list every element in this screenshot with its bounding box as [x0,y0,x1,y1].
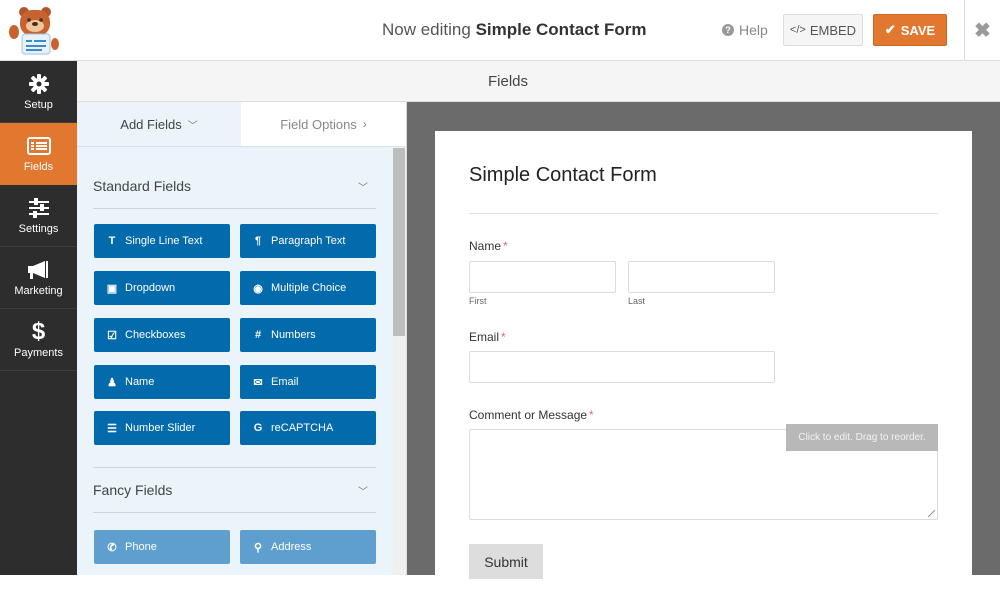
section-header: Fields [77,61,1000,102]
section-title: Fields [488,73,529,90]
resize-handle-icon[interactable] [928,510,935,517]
google-icon: G [253,422,263,434]
map-marker-icon: ⚲ [253,541,263,554]
tab-field-options[interactable]: Field Options › [241,102,406,146]
code-icon: </> [789,24,806,36]
phone-icon: ✆ [107,541,117,554]
add-field-numbers[interactable]: # Numbers [240,318,376,352]
email-field-label: Email * [469,330,506,344]
form-title: Simple Contact Form [469,164,657,186]
chevron-down-icon: ﹀ [358,486,368,498]
megaphone-icon [27,259,51,281]
question-circle-icon: ? [722,24,734,36]
edit-hint-tooltip: Click to edit. Drag to reorder. [786,424,938,451]
fields-list-icon [26,135,51,157]
close-icon: ✖ [974,20,991,42]
tab-add-fields[interactable]: Add Fields ﹀ [77,102,241,146]
submit-button[interactable]: Submit [469,544,543,579]
last-name-input[interactable] [628,261,775,293]
required-mark: * [589,408,594,422]
sidebar-item-payments[interactable]: $ Payments [0,309,77,371]
add-field-single-line-text[interactable]: T Single Line Text [94,224,230,258]
add-field-email[interactable]: ✉ Email [240,365,376,399]
sidebar-item-marketing[interactable]: Marketing [0,247,77,309]
chevron-right-icon: › [362,117,367,131]
fancy-fields-toggle[interactable]: Fancy Fields ﹀ [93,468,376,513]
add-field-paragraph-text[interactable]: ¶ Paragraph Text [240,224,376,258]
sidebar-item-setup[interactable]: Setup [0,61,77,123]
sidebar-item-fields[interactable]: Fields [0,123,77,185]
help-link[interactable]: ? Help [722,22,768,38]
user-icon: ♟ [107,376,117,389]
envelope-icon: ✉ [253,376,263,389]
sliders-icon: ☰ [107,422,117,435]
form-preview: Simple Contact Form Name * First Last Ema… [435,131,972,591]
last-sublabel: Last [628,296,646,306]
wpforms-bear-logo-icon [9,7,59,55]
add-field-name[interactable]: ♟ Name [94,365,230,399]
text-icon: T [108,235,116,247]
save-button[interactable]: ✔ SAVE [873,14,947,46]
close-button[interactable]: ✖ [964,0,1000,61]
name-field-label: Name * [469,239,508,253]
email-input[interactable] [469,351,775,383]
page-title: Now editing Simple Contact Form [382,20,647,39]
panel-tabs: Add Fields ﹀ Field Options › [77,102,406,147]
add-field-checkboxes[interactable]: ☑ Checkboxes [94,318,230,352]
dollar-icon: $ [31,317,46,345]
add-field-address[interactable]: ⚲ Address [240,530,376,564]
sidebar: Setup Fields Settings Marketing $ Paymen… [0,61,77,575]
embed-button[interactable]: </> EMBED [783,14,863,46]
add-field-multiple-choice[interactable]: ◉ Multiple Choice [240,271,376,305]
standard-fields-toggle[interactable]: Standard Fields ﹀ [93,164,376,209]
check-icon: ✔ [884,22,896,37]
message-field-label: Comment or Message * [469,408,594,422]
sidebar-item-settings[interactable]: Settings [0,185,77,247]
add-field-dropdown[interactable]: ▣ Dropdown [94,271,230,305]
chevron-down-icon: ﹀ [187,120,198,132]
gear-icon [28,73,49,95]
paragraph-icon: ¶ [254,235,262,247]
hash-icon: # [254,329,262,341]
divider [469,213,938,214]
first-name-input[interactable] [469,261,616,293]
checkbox-icon: ☑ [107,329,117,342]
form-preview-area: Simple Contact Form Name * First Last Ema… [407,102,1000,591]
form-name: Simple Contact Form [475,20,647,39]
add-field-recaptcha[interactable]: GreCAPTCHA [240,411,376,445]
required-mark: * [501,330,506,344]
panel-scrollbar-thumb[interactable] [393,148,405,336]
add-field-number-slider[interactable]: ☰ Number Slider [94,411,230,445]
sliders-icon [28,197,49,219]
add-field-phone[interactable]: ✆ Phone [94,530,230,564]
chevron-down-icon: ﹀ [358,182,368,194]
first-sublabel: First [469,296,487,306]
dropdown-icon: ▣ [106,282,118,295]
required-mark: * [503,239,508,253]
fields-panel: Add Fields ﹀ Field Options › Standard Fi… [77,102,407,575]
radio-icon: ◉ [253,282,263,295]
top-bar: Now editing Simple Contact Form ? Help <… [0,0,1000,61]
